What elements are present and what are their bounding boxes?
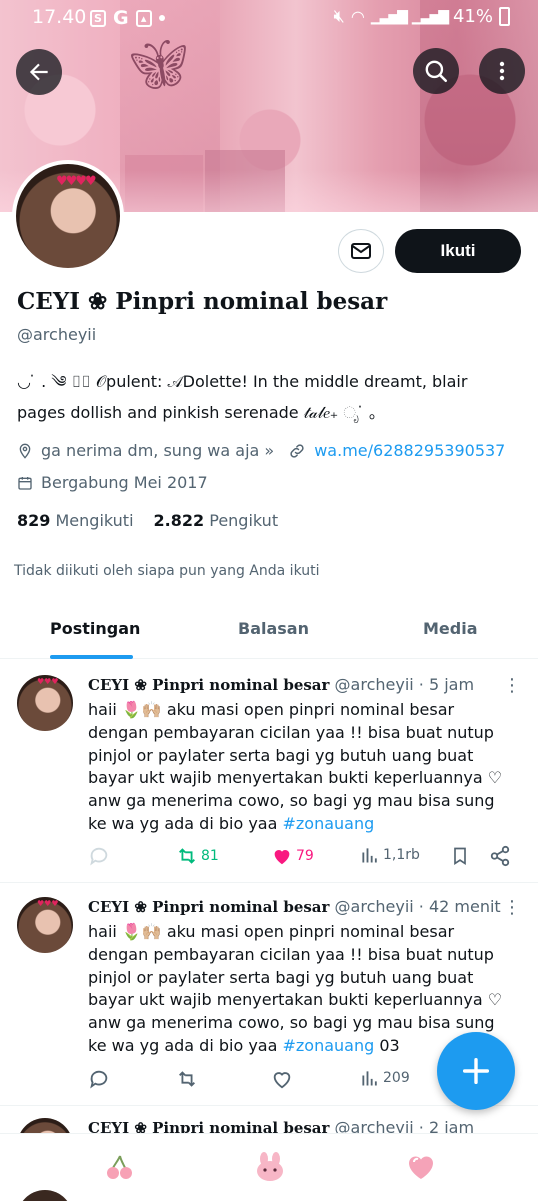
- heart-icon: [273, 1072, 291, 1089]
- calendar-icon: [18, 476, 32, 490]
- back-button[interactable]: [16, 49, 62, 95]
- nav-notifications-heart-icon[interactable]: [404, 1150, 438, 1184]
- search-icon: [425, 60, 448, 83]
- status-bar: 17.40 S G ▴ 🔇︎ ◠ ▁▃▅▇ ▁▃▅▇ 41%: [0, 0, 538, 34]
- hashtag-link[interactable]: #zonauang: [283, 814, 375, 833]
- retweet-button[interactable]: [176, 1068, 198, 1090]
- signal-icon: ▁▃▅▇: [370, 8, 408, 25]
- notification-dot-icon: [158, 15, 165, 21]
- tweet-item[interactable]: CEYI ❀ Pinpri nominal besar @archeyii · …: [0, 1106, 538, 1136]
- tweet-avatar[interactable]: ♥♥♥: [17, 897, 73, 953]
- more-vertical-icon: [499, 61, 505, 81]
- battery-percent: 41%: [452, 6, 493, 27]
- reply-button[interactable]: [88, 845, 110, 867]
- gallery-icon: ▴: [135, 9, 152, 27]
- tab-media[interactable]: Media: [423, 619, 478, 638]
- bio-line: pages dollish and pinkish serenade 𝓉𝒶𝓁𝑒₊…: [17, 403, 378, 422]
- reply-icon: [90, 847, 108, 866]
- bookmark-icon: [454, 847, 466, 866]
- arrow-left-icon: [29, 63, 48, 81]
- follow-button[interactable]: Ikuti: [395, 229, 521, 273]
- status-time: 17.40: [32, 6, 87, 28]
- wifi-icon: ◠: [350, 7, 365, 26]
- bio-line: ◡ ̇ . ༄ ⌷⌷ 𝒪pulent: 𝒜Dolette! In the mid…: [17, 372, 468, 391]
- tweet-text: haii 🌷🙌🏼 aku masi open pinpri nominal be…: [88, 922, 503, 1055]
- tab-posts[interactable]: Postingan: [50, 619, 140, 638]
- joined-text: Bergabung Mei 2017: [41, 473, 208, 492]
- hashtag-link[interactable]: #zonauang: [283, 1036, 375, 1055]
- views-chart-icon: [362, 848, 377, 863]
- profile-bio: ◡ ̇ . ༄ ⌷⌷ 𝒪pulent: 𝒜Dolette! In the mid…: [17, 366, 522, 428]
- nav-search-bunny-icon[interactable]: [253, 1150, 287, 1184]
- message-button[interactable]: [338, 229, 384, 273]
- share-button[interactable]: [489, 845, 511, 867]
- reply-button[interactable]: [88, 1068, 110, 1090]
- shopping-bag-icon: S: [90, 9, 106, 27]
- profile-link[interactable]: wa.me/6288295390537: [314, 441, 505, 460]
- mail-icon: [351, 243, 371, 259]
- retweet-icon: [179, 1071, 195, 1087]
- like-button[interactable]: 79: [271, 845, 314, 867]
- retweet-button[interactable]: 81: [176, 845, 219, 867]
- views-button[interactable]: 1,1rb: [360, 845, 420, 865]
- butterfly-icon: 🦋︎: [128, 37, 189, 93]
- location-text: ga nerima dm, sung wa aja »: [41, 441, 275, 460]
- bottom-navigation: [0, 1133, 538, 1201]
- more-options-button[interactable]: [479, 48, 525, 94]
- battery-icon: [499, 7, 510, 26]
- tweet-more-icon[interactable]: ⋮: [503, 675, 521, 696]
- reply-icon: [90, 1070, 108, 1089]
- profile-meta-joined: Bergabung Mei 2017: [17, 473, 208, 492]
- views-button[interactable]: 209: [360, 1068, 410, 1088]
- link-icon: [290, 443, 304, 458]
- tweet-actions: 81 79 1,1rb: [88, 845, 518, 869]
- nav-home-cherry-icon[interactable]: [103, 1150, 137, 1184]
- like-button[interactable]: [271, 1068, 293, 1090]
- profile-handle: @archeyii: [17, 325, 97, 344]
- tab-replies[interactable]: Balasan: [238, 619, 309, 638]
- profile-avatar[interactable]: ♥♥♥♥: [12, 160, 124, 272]
- share-icon: [490, 845, 510, 867]
- tweet-meta: @archeyii · 5 jam: [334, 675, 475, 694]
- profile-meta-location: ga nerima dm, sung wa aja » wa.me/628829…: [17, 441, 505, 460]
- signal-icon-2: ▁▃▅▇: [411, 8, 449, 25]
- followers-link[interactable]: 2.822 Pengikut: [154, 511, 279, 530]
- profile-tabs: Postingan Balasan Media: [0, 604, 538, 659]
- tweet-item[interactable]: ♥♥♥ CEYI ❀ Pinpri nominal besar @archeyi…: [0, 659, 538, 883]
- followed-by-notice: Tidak diikuti oleh siapa pun yang Anda i…: [14, 563, 320, 579]
- location-pin-icon: [19, 443, 31, 459]
- plus-icon: [462, 1057, 490, 1085]
- mute-icon: 🔇︎: [333, 6, 345, 27]
- tweet-avatar[interactable]: ♥♥♥: [17, 675, 73, 731]
- tweet-author-name[interactable]: CEYI ❀ Pinpri nominal besar: [88, 676, 329, 694]
- search-button[interactable]: [413, 48, 459, 94]
- tweet-author-name[interactable]: CEYI ❀ Pinpri nominal besar: [88, 898, 329, 916]
- google-icon: G: [113, 7, 129, 29]
- profile-name: CEYI ❀ Pinpri nominal besar: [17, 288, 388, 315]
- views-chart-icon: [362, 1071, 377, 1086]
- tweet-more-icon[interactable]: ⋮: [503, 897, 521, 918]
- following-link[interactable]: 829 Mengikuti: [17, 511, 134, 530]
- retweet-icon: [179, 848, 195, 864]
- bookmark-button[interactable]: [450, 845, 470, 867]
- tweet-text: haii 🌷🙌🏼 aku masi open pinpri nominal be…: [88, 700, 503, 833]
- hearts-crown-icon: ♥♥♥♥: [56, 174, 97, 189]
- tweet-meta: @archeyii · 42 menit: [334, 897, 501, 916]
- compose-post-button[interactable]: [437, 1032, 515, 1110]
- follow-counts: 829 Mengikuti 2.822 Pengikut: [17, 511, 278, 530]
- heart-filled-icon: [274, 850, 290, 865]
